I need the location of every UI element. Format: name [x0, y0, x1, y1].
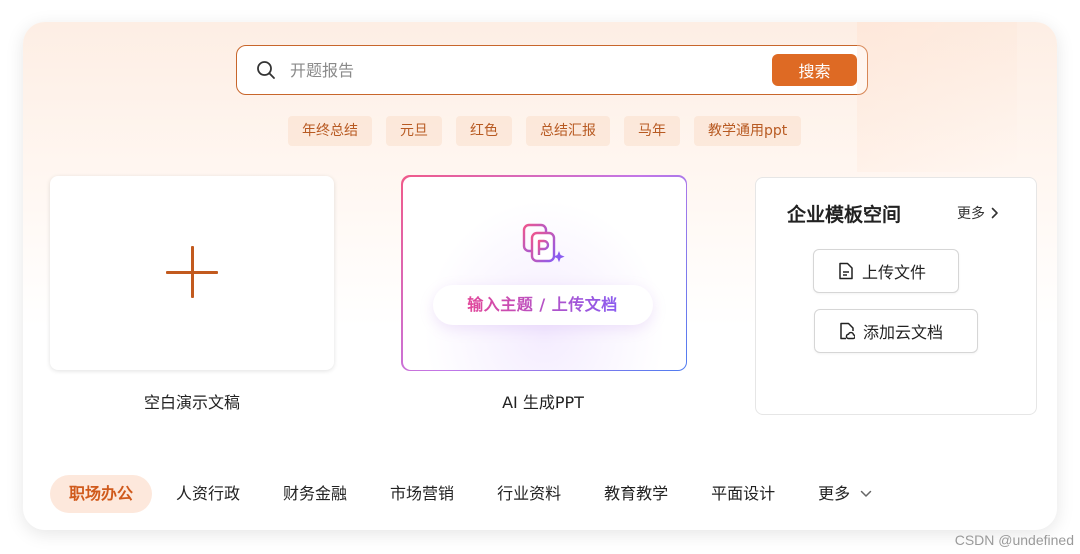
- enterprise-template-space: 企业模板空间 更多 上传文件 添加云文档: [755, 177, 1037, 415]
- upload-file-button[interactable]: 上传文件: [813, 249, 959, 293]
- enterprise-title: 企业模板空间: [787, 204, 902, 226]
- ai-ppt-logo-icon: [522, 223, 565, 262]
- category-more-text: 更多: [818, 484, 851, 503]
- plus-icon: [166, 246, 218, 298]
- category-tab[interactable]: 人资行政: [157, 475, 259, 513]
- upload-file-label: 上传文件: [862, 263, 927, 282]
- ai-generate-card[interactable]: 输入主题 / 上传文档: [401, 175, 687, 371]
- category-tab[interactable]: 市场营销: [371, 475, 473, 513]
- watermark: CSDN @undefined: [954, 532, 1074, 548]
- enterprise-more-link[interactable]: 更多: [957, 203, 999, 223]
- file-icon: [839, 262, 853, 280]
- keyword-chip[interactable]: 红色: [456, 116, 512, 146]
- blank-presentation-card[interactable]: [50, 176, 334, 370]
- chevron-down-icon: [860, 490, 872, 497]
- keyword-chip[interactable]: 元旦: [386, 116, 442, 146]
- hot-keyword-list: 年终总结 元旦 红色 总结汇报 马年 教学通用ppt: [288, 116, 802, 146]
- keyword-chip[interactable]: 教学通用ppt: [694, 116, 802, 146]
- category-tabs: 职场办公 人资行政 财务金融 市场营销 行业资料 教育教学 平面设计 更多: [50, 475, 896, 513]
- category-more-dropdown[interactable]: 更多: [799, 475, 891, 513]
- search-bar: 搜索: [236, 45, 868, 95]
- category-tab[interactable]: 财务金融: [264, 475, 366, 513]
- cloud-document-icon: [840, 322, 855, 340]
- keyword-chip[interactable]: 总结汇报: [526, 116, 610, 146]
- enterprise-more-text: 更多: [957, 206, 985, 222]
- ai-generate-label: AI 生成PPT: [502, 393, 584, 412]
- keyword-chip[interactable]: 马年: [624, 116, 680, 146]
- add-cloud-doc-button[interactable]: 添加云文档: [814, 309, 978, 353]
- ai-topic-prompt-button[interactable]: 输入主题 / 上传文档: [432, 284, 653, 325]
- category-tab-active[interactable]: 职场办公: [50, 475, 153, 513]
- category-tab[interactable]: 平面设计: [692, 475, 794, 513]
- add-cloud-doc-label: 添加云文档: [863, 323, 944, 342]
- search-button[interactable]: 搜索: [772, 54, 857, 86]
- search-icon: [257, 61, 275, 79]
- ai-generate-card-body: 输入主题 / 上传文档: [402, 176, 686, 370]
- search-input[interactable]: [290, 60, 772, 80]
- blank-presentation-label: 空白演示文稿: [143, 393, 240, 412]
- category-tab[interactable]: 行业资料: [478, 475, 580, 513]
- chevron-right-icon: [991, 207, 998, 219]
- ai-topic-prompt-text: 输入主题 / 上传文档: [467, 294, 618, 314]
- category-tab[interactable]: 教育教学: [585, 475, 687, 513]
- new-presentation-panel: 搜索 年终总结 元旦 红色 总结汇报 马年 教学通用ppt 空白演示文稿: [23, 22, 1057, 530]
- keyword-chip[interactable]: 年终总结: [288, 116, 372, 146]
